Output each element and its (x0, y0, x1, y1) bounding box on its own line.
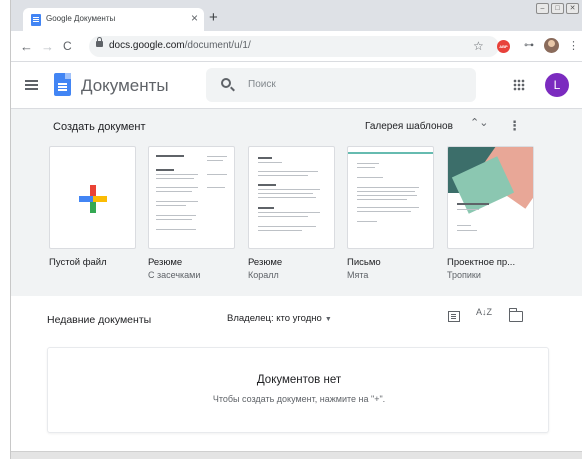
template-resume-serif[interactable]: Резюме С засечками (148, 146, 235, 280)
template-subtitle: Коралл (248, 270, 279, 280)
sort-az-icon[interactable]: A↓Z (476, 308, 492, 317)
more-options-icon[interactable]: ⋮ (508, 118, 521, 134)
empty-state-title: Документов нет (256, 374, 342, 386)
template-letter-mint[interactable]: Письмо Мята (347, 146, 434, 280)
gallery-title: Создать документ (53, 121, 146, 133)
window-bottom-edge (11, 451, 582, 459)
tab-close-icon[interactable]: × (191, 11, 198, 25)
browser-tab[interactable]: Google Документы × (23, 8, 204, 31)
account-avatar[interactable]: L (545, 73, 569, 97)
minimize-button[interactable]: – (536, 3, 549, 14)
url-path: /document/u/1/ (184, 40, 251, 51)
template-name: Резюме (248, 257, 283, 268)
template-subtitle: С засечками (148, 270, 201, 280)
template-gallery: Создать документ Галерея шаблонов ⌃⌄ ⋮ П… (11, 109, 582, 296)
lock-icon (96, 37, 103, 47)
key-extension-icon[interactable]: ⊶ (524, 40, 534, 51)
search-icon[interactable] (221, 78, 231, 88)
back-button[interactable]: ← (20, 39, 33, 54)
reload-button[interactable]: C (63, 39, 72, 53)
plus-icon-bar (79, 196, 107, 202)
template-subtitle: Мята (347, 270, 369, 280)
template-name: Проектное пр... (447, 257, 516, 268)
maximize-button[interactable]: □ (551, 3, 564, 14)
google-apps-icon[interactable] (513, 79, 525, 91)
new-tab-button[interactable]: + (209, 9, 218, 26)
empty-state-subtitle: Чтобы создать документ, нажмите на "+". (212, 394, 386, 404)
tab-title: Google Документы (46, 14, 116, 23)
bookmark-star-icon[interactable]: ☆ (473, 39, 484, 53)
list-view-icon[interactable] (448, 311, 460, 322)
browser-menu-icon[interactable]: ⋮ (568, 39, 579, 52)
browser-toolbar: ← → C docs.google.com/document/u/1/ ☆ AB… (11, 31, 582, 62)
search-placeholder: Поиск (248, 79, 276, 90)
template-thumbnail[interactable] (447, 146, 534, 249)
template-thumbnail[interactable] (49, 146, 136, 249)
template-gallery-button[interactable]: Галерея шаблонов (365, 121, 453, 132)
folder-picker-icon[interactable] (508, 308, 523, 322)
template-subtitle: Тропики (447, 270, 481, 280)
window-controls: – □ ✕ (536, 3, 579, 14)
dropdown-caret-icon: ▼ (324, 316, 332, 323)
docs-logo-icon[interactable] (54, 73, 71, 96)
address-bar[interactable]: docs.google.com/document/u/1/ (89, 36, 499, 57)
template-thumbnail[interactable] (347, 146, 434, 249)
search-box[interactable]: Поиск (206, 68, 476, 102)
url-host: docs.google.com (109, 40, 185, 51)
owner-filter-label: Владелец: кто угодно (227, 313, 322, 324)
template-thumbnail[interactable] (248, 146, 335, 249)
empty-state-card: Документов нет Чтобы создать документ, н… (47, 347, 549, 433)
template-name: Письмо (347, 257, 381, 268)
owner-filter-dropdown[interactable]: Владелец: кто угодно ▼ (227, 313, 332, 324)
close-window-button[interactable]: ✕ (566, 3, 579, 14)
docs-header: Документы Поиск L (11, 63, 582, 109)
recent-documents-title: Недавние документы (47, 314, 152, 326)
browser-window: Google Документы × + – □ ✕ ← → C docs.go… (10, 0, 582, 459)
app-name[interactable]: Документы (81, 76, 169, 96)
adblock-extension-icon[interactable]: ABP (497, 40, 510, 53)
docs-favicon-icon (31, 14, 41, 26)
template-resume-coral[interactable]: Резюме Коралл (248, 146, 335, 280)
template-name: Резюме (148, 257, 183, 268)
tab-strip: Google Документы × + – □ ✕ (11, 0, 582, 31)
url-text: docs.google.com/document/u/1/ (109, 40, 251, 51)
browser-profile-avatar[interactable] (544, 38, 559, 53)
expand-collapse-icon[interactable]: ⌃⌄ (470, 118, 488, 129)
template-blank[interactable]: Пустой файл (49, 146, 136, 270)
template-thumbnail[interactable] (148, 146, 235, 249)
main-menu-icon[interactable] (25, 80, 38, 82)
template-project-tropics[interactable]: Проектное пр... Тропики (447, 146, 534, 280)
template-name: Пустой файл (49, 257, 107, 268)
forward-button[interactable]: → (41, 39, 54, 54)
